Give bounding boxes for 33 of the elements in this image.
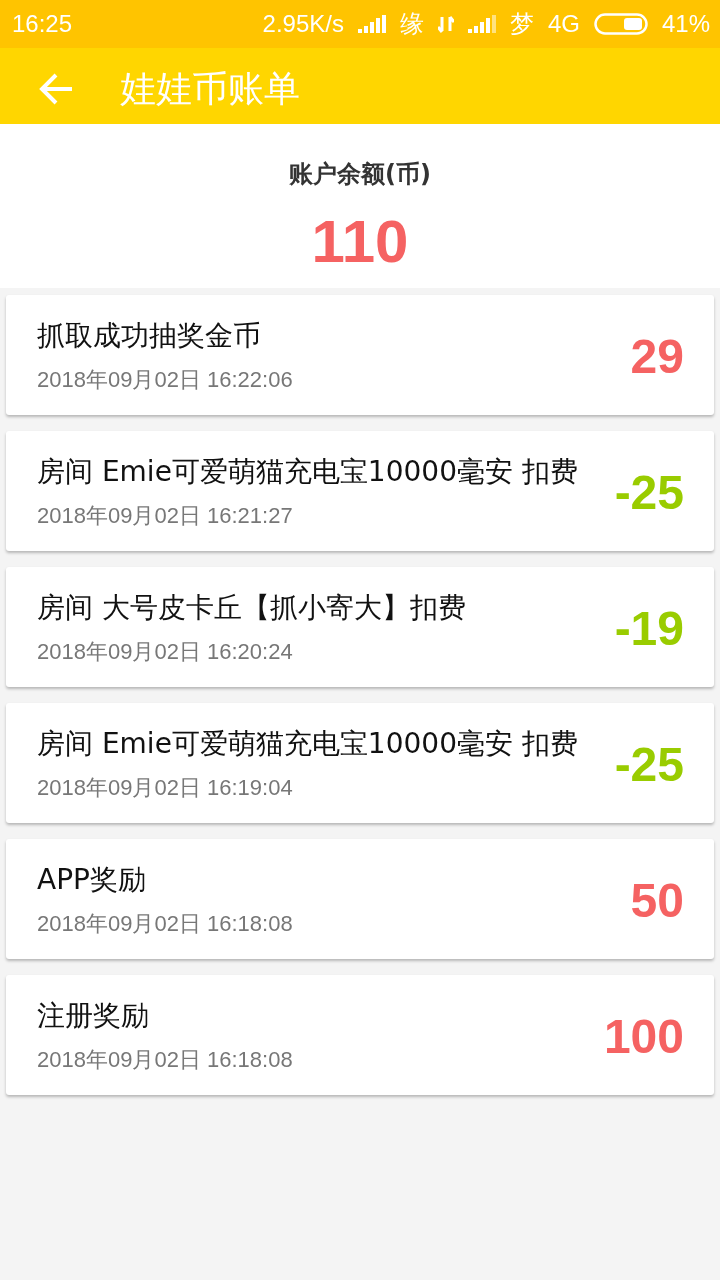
record-amount: -19 xyxy=(614,600,684,656)
record-title: 房间 Emie可爱萌猫充电宝10000毫安 扣费 xyxy=(37,454,579,490)
record-title: 抓取成功抽奖金币 xyxy=(37,318,262,354)
record-time: 2018年09月02日 16:18:08 xyxy=(37,910,294,938)
signal-icon xyxy=(357,15,386,33)
clock: 16:25 xyxy=(12,10,73,38)
battery-level: 41% xyxy=(661,10,710,38)
record-amount: 50 xyxy=(630,872,684,928)
carrier-name: 梦 xyxy=(509,9,534,39)
balance-amount: 110 xyxy=(311,210,409,274)
back-button[interactable] xyxy=(38,72,74,106)
record-time: 2018年09月02日 16:18:08 xyxy=(37,1046,294,1074)
record-title: 房间 Emie可爱萌猫充电宝10000毫安 扣费 xyxy=(37,726,579,762)
record-amount: -25 xyxy=(614,736,684,792)
record-title: 注册奖励 xyxy=(37,998,150,1034)
record-title: 房间 大号皮卡丘【抓小寄大】扣费 xyxy=(37,590,467,626)
record-amount: 100 xyxy=(603,1008,684,1064)
record-title: APP奖励 xyxy=(37,862,147,898)
battery-icon xyxy=(593,13,648,35)
record-time: 2018年09月02日 16:20:24 xyxy=(37,638,294,666)
record-time: 2018年09月02日 16:19:04 xyxy=(37,774,294,802)
record-amount: -25 xyxy=(614,464,684,520)
carrier-name: 缘 xyxy=(399,9,424,39)
record-time: 2018年09月02日 16:21:27 xyxy=(37,502,294,530)
record-time: 2018年09月02日 16:22:06 xyxy=(37,366,294,394)
record-amount: 29 xyxy=(630,328,684,384)
page-title: 娃娃币账单 xyxy=(120,66,300,111)
balance-label: 账户余额(币) xyxy=(289,159,431,190)
network-type: 4G xyxy=(547,10,580,38)
signal-icon xyxy=(467,15,496,33)
network-speed: 2.95K/s xyxy=(262,10,344,38)
back-arrow-icon xyxy=(38,72,74,106)
data-arrows-icon xyxy=(437,15,454,33)
